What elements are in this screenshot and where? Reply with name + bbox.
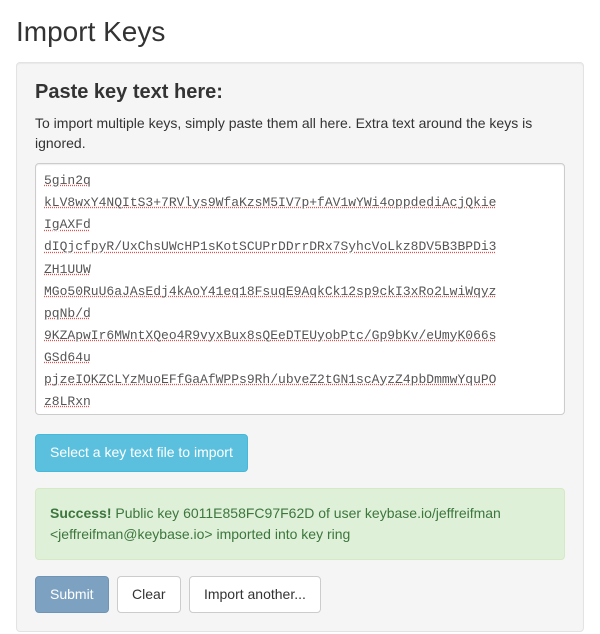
success-message: Public key 6011E858FC97F62D of user keyb… (50, 505, 501, 542)
success-label: Success! (50, 505, 111, 521)
success-alert: Success! Public key 6011E858FC97F62D of … (35, 488, 565, 560)
page-title: Import Keys (16, 16, 584, 48)
import-panel: Paste key text here: To import multiple … (16, 62, 584, 632)
help-text: To import multiple keys, simply paste th… (35, 114, 565, 153)
submit-button[interactable]: Submit (35, 576, 109, 614)
clear-button[interactable]: Clear (117, 576, 180, 614)
import-another-button[interactable]: Import another... (189, 576, 321, 614)
select-key-file-button[interactable]: Select a key text file to import (35, 434, 248, 472)
key-text-input[interactable] (35, 163, 565, 415)
section-title: Paste key text here: (35, 81, 565, 104)
